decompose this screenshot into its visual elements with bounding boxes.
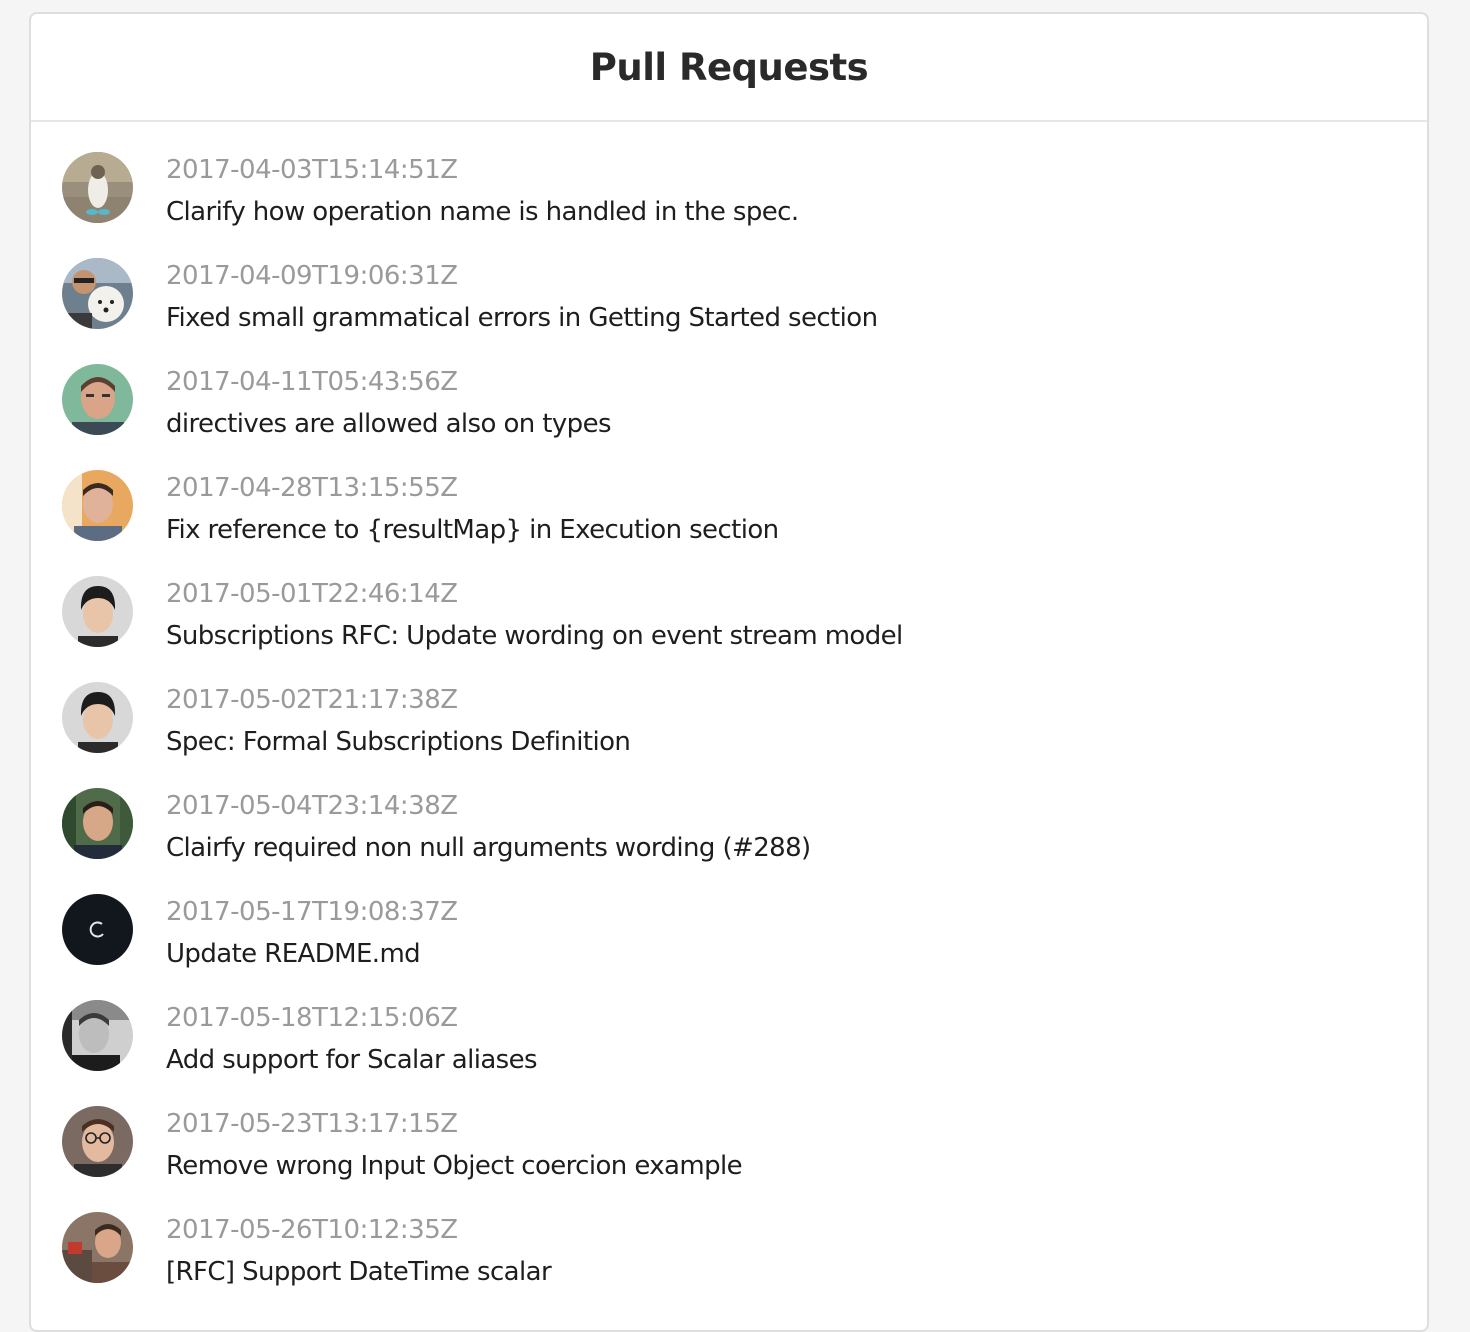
pull-request-item[interactable]: 2017-04-28T13:15:55Z Fix reference to {r…	[31, 470, 1427, 576]
pull-request-date: 2017-04-11T05:43:56Z	[166, 367, 458, 397]
pull-request-date: 2017-04-09T19:06:31Z	[166, 261, 458, 291]
pull-request-item[interactable]: 2017-05-04T23:14:38Z Clairfy required no…	[31, 788, 1427, 894]
pull-request-date: 2017-04-03T15:14:51Z	[166, 155, 458, 185]
pull-request-title[interactable]: Add support for Scalar aliases	[166, 1045, 538, 1075]
pull-request-title[interactable]: Subscriptions RFC: Update wording on eve…	[166, 621, 903, 651]
dark-logo-avatar	[62, 894, 133, 965]
pull-request-item[interactable]: 2017-05-17T19:08:37Z Update README.md	[31, 894, 1427, 1000]
man-with-dog-avatar	[62, 258, 133, 329]
pull-request-item[interactable]: 2017-04-09T19:06:31Z Fixed small grammat…	[31, 258, 1427, 364]
pull-request-title[interactable]: Spec: Formal Subscriptions Definition	[166, 727, 631, 757]
pull-request-date: 2017-05-04T23:14:38Z	[166, 791, 458, 821]
pull-request-date: 2017-05-01T22:46:14Z	[166, 579, 458, 609]
pull-request-title[interactable]: Remove wrong Input Object coercion examp…	[166, 1151, 743, 1181]
pull-request-title[interactable]: Fix reference to {resultMap} in Executio…	[166, 515, 779, 545]
pull-request-item[interactable]: 2017-05-18T12:15:06Z Add support for Sca…	[31, 1000, 1427, 1106]
young-man-avatar	[62, 576, 133, 647]
page-title: Pull Requests	[589, 45, 869, 89]
pull-request-date: 2017-05-02T21:17:38Z	[166, 685, 458, 715]
man-glasses-avatar	[62, 1106, 133, 1177]
man-trees-avatar	[62, 788, 133, 859]
pull-request-item[interactable]: 2017-04-03T15:14:51Z Clarify how operati…	[31, 152, 1427, 258]
pull-request-date: 2017-05-23T13:17:15Z	[166, 1109, 458, 1139]
pull-request-item[interactable]: 2017-05-01T22:46:14Z Subscriptions RFC: …	[31, 576, 1427, 682]
pull-request-title[interactable]: Clairfy required non null arguments word…	[166, 833, 811, 863]
young-man-avatar	[62, 682, 133, 753]
bird-avatar	[62, 152, 133, 223]
pull-request-title[interactable]: [RFC] Support DateTime scalar	[166, 1257, 552, 1287]
pull-request-item[interactable]: 2017-05-23T13:17:15Z Remove wrong Input …	[31, 1106, 1427, 1212]
pull-request-date: 2017-05-18T12:15:06Z	[166, 1003, 458, 1033]
pull-requests-card: Pull Requests 2017-04-03T15:14:51Z Clari…	[29, 12, 1429, 1332]
pull-request-title[interactable]: Clarify how operation name is handled in…	[166, 197, 799, 227]
man-orange-bg-avatar	[62, 470, 133, 541]
card-header: Pull Requests	[31, 14, 1427, 122]
man-cafe-avatar	[62, 1212, 133, 1283]
man-green-bg-avatar	[62, 364, 133, 435]
pull-request-item[interactable]: 2017-05-02T21:17:38Z Spec: Formal Subscr…	[31, 682, 1427, 788]
grayscale-man-avatar	[62, 1000, 133, 1071]
pull-request-date: 2017-05-17T19:08:37Z	[166, 897, 458, 927]
pull-request-title[interactable]: Fixed small grammatical errors in Gettin…	[166, 303, 878, 333]
pull-request-date: 2017-04-28T13:15:55Z	[166, 473, 458, 503]
pull-request-item[interactable]: 2017-04-11T05:43:56Z directives are allo…	[31, 364, 1427, 470]
pull-request-item[interactable]: 2017-05-26T10:12:35Z [RFC] Support DateT…	[31, 1212, 1427, 1318]
pull-request-title[interactable]: Update README.md	[166, 939, 421, 969]
pull-request-date: 2017-05-26T10:12:35Z	[166, 1215, 458, 1245]
pull-request-title[interactable]: directives are allowed also on types	[166, 409, 612, 439]
